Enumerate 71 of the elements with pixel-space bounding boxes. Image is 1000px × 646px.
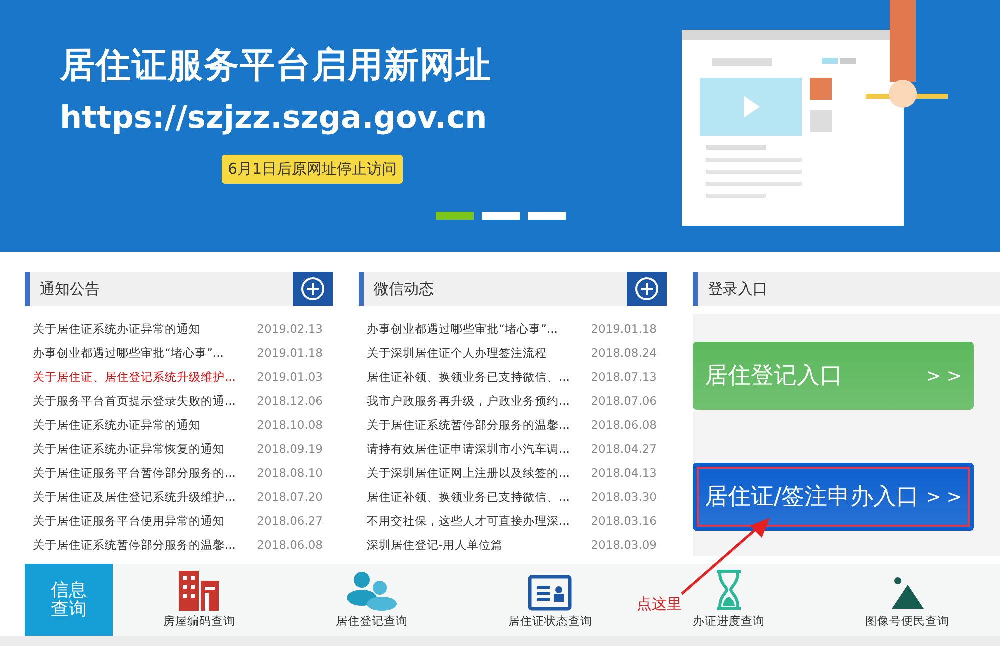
query-label: 居住证状态查询: [508, 612, 592, 630]
query-item[interactable]: 房屋编码查询: [157, 564, 242, 636]
news-date: 2018.07.13: [591, 369, 657, 386]
news-date: 2019.01.18: [257, 345, 323, 362]
banner-url: https://szjzz.szga.gov.cn: [60, 98, 488, 138]
news-date: 2018.08.10: [257, 465, 323, 482]
news-link[interactable]: 深圳居住登记-用人单位篇: [367, 537, 504, 555]
news-date: 2018.04.13: [591, 465, 657, 482]
news-date: 2018.12.06: [257, 393, 323, 410]
news-link[interactable]: 关于居住证系统暂停部分服务的温馨...: [33, 537, 236, 555]
annotation-text: 点这里: [637, 594, 682, 615]
query-label: 图像号便民查询: [866, 612, 950, 630]
panel-title: 登录入口: [707, 278, 768, 300]
news-date: 2019.01.03: [257, 369, 323, 386]
news-link[interactable]: 不用交社保，这些人才可直接办理深...: [367, 513, 570, 531]
hourglass-icon: [715, 568, 744, 611]
news-date: 2019.02.13: [257, 321, 323, 338]
news-link[interactable]: 关于居住证、居住登记系统升级维护...: [33, 369, 236, 387]
news-date: 2019.01.18: [591, 321, 657, 338]
news-date: 2018.07.06: [591, 393, 657, 410]
query-item[interactable]: 居住登记查询: [330, 564, 414, 636]
news-date: 2018.03.09: [591, 537, 657, 554]
news-link[interactable]: 关于深圳居住证网上注册以及续签的...: [367, 465, 570, 483]
query-label: 办证进度查询: [693, 612, 766, 630]
news-date: 2018.06.08: [591, 417, 657, 434]
more-button[interactable]: [627, 272, 667, 306]
news-date: 2018.06.08: [257, 537, 323, 554]
login-entry-button[interactable]: 居住证/签注申办入口 > >: [693, 463, 974, 531]
slide-indicator[interactable]: [436, 212, 474, 220]
news-link[interactable]: 居住证补领、换领业务已支持微信、...: [367, 369, 570, 387]
banner-headline: 居住证服务平台启用新网址: [60, 45, 493, 88]
plus-icon: [301, 277, 325, 301]
query-item[interactable]: 办证进度查询: [687, 564, 772, 636]
query-item[interactable]: 居住证状态查询: [502, 564, 598, 636]
news-date: 2018.09.19: [257, 441, 323, 458]
news-link[interactable]: 请持有效居住证申请深圳市小汽车调...: [367, 441, 570, 459]
info-query-label: 信息查询: [25, 564, 113, 636]
news-link[interactable]: 居住证补领、换领业务已支持微信、...: [367, 489, 570, 507]
news-link[interactable]: 关于居住证及居住登记系统升级维护...: [33, 489, 236, 507]
news-link[interactable]: 关于居住证系统办证异常的通知: [33, 321, 201, 339]
news-date: 2018.03.30: [591, 489, 657, 506]
news-date: 2018.07.20: [257, 489, 323, 506]
plus-icon: [635, 277, 659, 301]
panel-title: 微信动态: [373, 278, 434, 300]
notice-label: 6月1日后原网址停止访问: [222, 155, 404, 184]
news-link[interactable]: 关于服务平台首页提示登录失败的通...: [33, 393, 236, 411]
news-date: 2018.06.27: [257, 513, 323, 530]
id-card-icon: [528, 574, 572, 611]
news-link[interactable]: 关于深圳居住证个人办理签注流程: [367, 345, 547, 363]
news-link[interactable]: 我市户政服务再升级，户政业务预约...: [367, 393, 570, 411]
slide-indicator[interactable]: [528, 212, 566, 220]
panel-title: 通知公告: [39, 278, 100, 300]
query-label: 房屋编码查询: [163, 612, 236, 630]
news-date: 2018.04.27: [591, 441, 657, 458]
building-icon: [177, 570, 222, 611]
query-item[interactable]: 图像号便民查询: [860, 564, 956, 636]
news-link[interactable]: 关于居住证系统办证异常的通知: [33, 417, 201, 435]
news-link[interactable]: 关于居住证系统办证异常恢复的通知: [33, 441, 225, 459]
news-link[interactable]: 关于居住证系统暂停部分服务的温馨...: [367, 417, 570, 435]
news-date: 2018.08.24: [591, 345, 657, 362]
mountain-icon: [890, 574, 926, 611]
news-date: 2018.03.16: [591, 513, 657, 530]
news-link[interactable]: 关于居住证服务平台暂停部分服务的...: [33, 465, 236, 483]
news-link[interactable]: 办事创业都遇过哪些审批“堵心事”...: [33, 345, 224, 363]
slide-indicator[interactable]: [482, 212, 520, 220]
more-button[interactable]: [293, 272, 333, 306]
query-label: 居住登记查询: [336, 612, 408, 630]
news-link[interactable]: 关于居住证服务平台使用异常的通知: [33, 513, 225, 531]
news-date: 2018.10.08: [257, 417, 323, 434]
news-link[interactable]: 办事创业都遇过哪些审批“堵心事”...: [367, 321, 558, 339]
people-icon: [346, 570, 398, 611]
